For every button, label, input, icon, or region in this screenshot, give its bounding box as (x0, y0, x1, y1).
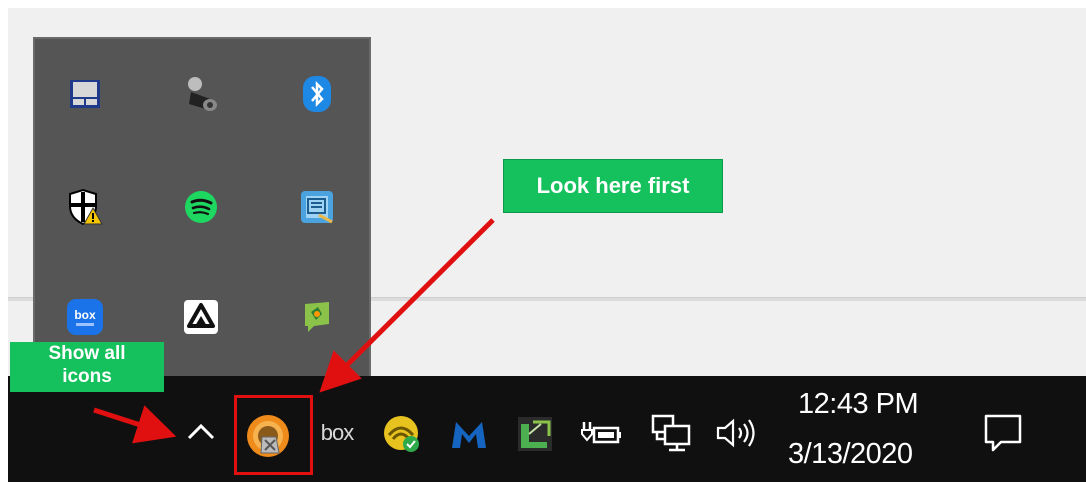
volume-icon[interactable] (713, 415, 761, 451)
spotify-icon[interactable] (181, 187, 221, 227)
clock-date[interactable]: 3/13/2020 (788, 438, 913, 471)
network-icon[interactable] (645, 412, 695, 454)
bluetooth-icon[interactable] (297, 74, 337, 114)
windows-security-warning-icon[interactable] (65, 187, 105, 227)
hidden-icons-popup: box (33, 37, 371, 379)
google-drive-icon[interactable] (181, 297, 221, 337)
highlight-box (234, 395, 313, 475)
sync-status-icon[interactable] (380, 412, 424, 456)
box-tray-icon[interactable]: box (314, 418, 360, 448)
box-tray-label: box (320, 420, 354, 445)
green-map-icon[interactable] (297, 297, 337, 337)
green-tools-icon[interactable] (513, 412, 557, 456)
action-center-icon[interactable] (976, 405, 1030, 459)
touchpad-icon[interactable] (65, 74, 105, 114)
clock-time[interactable]: 12:43 PM (798, 388, 919, 421)
battery-power-icon[interactable] (578, 414, 628, 452)
box-edit-icon[interactable]: box (65, 297, 105, 337)
callout-look-here-first: Look here first (504, 160, 722, 212)
malwarebytes-icon[interactable] (447, 414, 491, 454)
chevron-up-icon[interactable] (183, 413, 219, 449)
box-edit-label: box (74, 308, 96, 322)
callout-show-all-icons: Show all icons (10, 342, 164, 392)
speaker-device-icon[interactable] (181, 74, 221, 114)
app-blue-icon[interactable] (297, 187, 337, 227)
